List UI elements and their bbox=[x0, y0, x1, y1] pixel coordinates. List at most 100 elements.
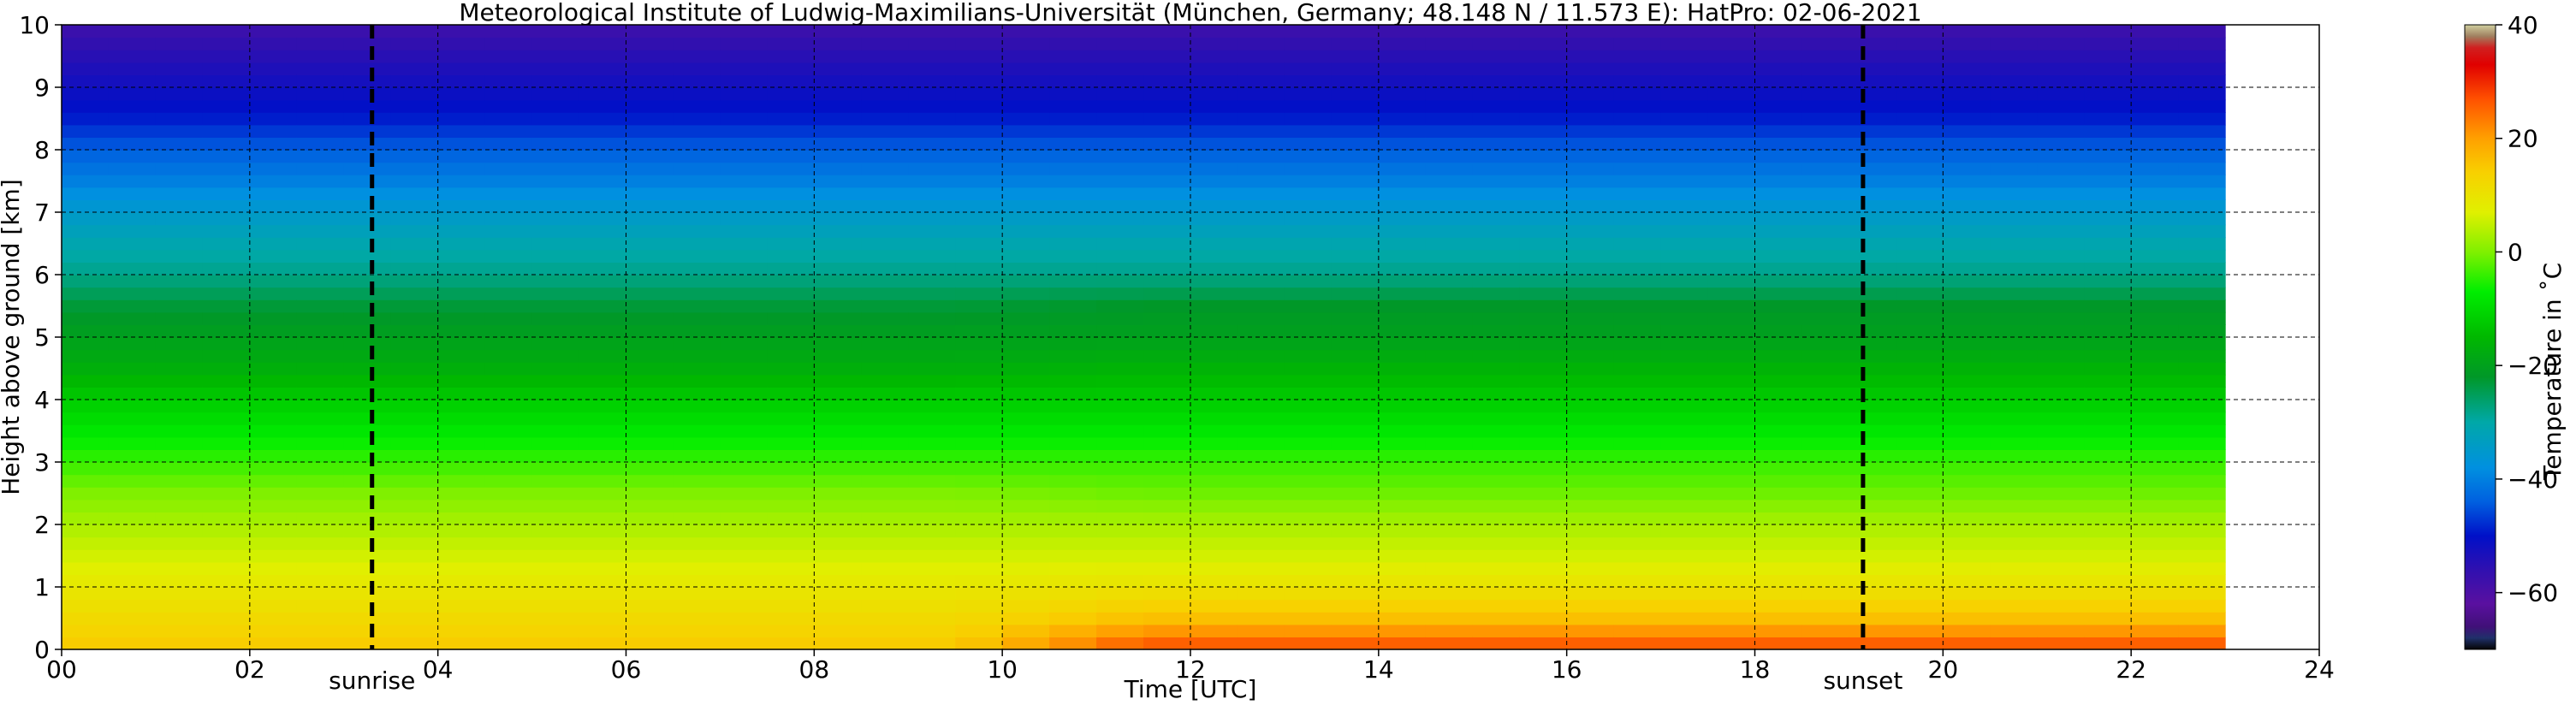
heatmap-cell bbox=[673, 324, 721, 338]
heatmap-cell bbox=[2131, 224, 2179, 238]
heatmap-cell bbox=[908, 99, 956, 113]
heatmap-cell bbox=[2178, 87, 2226, 101]
heatmap-cell bbox=[1002, 449, 1050, 463]
heatmap-cell bbox=[1849, 400, 1896, 413]
heatmap-cell bbox=[531, 549, 580, 563]
heatmap-cell bbox=[1707, 424, 1756, 438]
heatmap-cell bbox=[1425, 512, 1474, 525]
heatmap-cell bbox=[2084, 424, 2132, 438]
heatmap-cell bbox=[1331, 25, 1380, 39]
heatmap-cell bbox=[202, 474, 251, 488]
heatmap-cell bbox=[249, 474, 298, 488]
heatmap-cell bbox=[155, 287, 204, 300]
heatmap-cell bbox=[579, 262, 627, 275]
heatmap-cell bbox=[62, 400, 110, 413]
heatmap-cell bbox=[1237, 87, 1285, 101]
heatmap-cell bbox=[531, 199, 580, 213]
heatmap-cell bbox=[1143, 262, 1191, 275]
heatmap-cell bbox=[861, 224, 909, 238]
heatmap-cell bbox=[1849, 112, 1896, 126]
heatmap-cell bbox=[673, 587, 721, 601]
heatmap-cell bbox=[1002, 175, 1050, 188]
heatmap-cell bbox=[296, 637, 345, 650]
heatmap-cell bbox=[955, 624, 1003, 637]
heatmap-cell bbox=[1566, 224, 1615, 238]
heatmap-cell bbox=[955, 87, 1003, 101]
heatmap-cell bbox=[908, 299, 956, 313]
heatmap-cell bbox=[2131, 412, 2179, 425]
heatmap-cell bbox=[1613, 62, 1662, 75]
heatmap-cell bbox=[1896, 349, 1944, 363]
heatmap-cell bbox=[484, 474, 533, 488]
heatmap-cell bbox=[908, 275, 956, 288]
heatmap-cell bbox=[673, 462, 721, 476]
heatmap-cell bbox=[579, 162, 627, 175]
heatmap-cell bbox=[579, 224, 627, 238]
heatmap-cell bbox=[814, 512, 862, 525]
heatmap-cell bbox=[861, 512, 909, 525]
heatmap-cell bbox=[579, 637, 627, 650]
heatmap-cell bbox=[626, 449, 674, 463]
heatmap-cell bbox=[720, 487, 768, 501]
heatmap-cell bbox=[390, 349, 439, 363]
heatmap-cell bbox=[908, 412, 956, 425]
heatmap-cell bbox=[1943, 112, 1991, 126]
heatmap-cell bbox=[1613, 474, 1662, 488]
heatmap-cell bbox=[814, 275, 862, 288]
heatmap-cell bbox=[343, 612, 392, 625]
heatmap-cell bbox=[1896, 99, 1944, 113]
heatmap-cell bbox=[2178, 187, 2226, 200]
heatmap-cell bbox=[1801, 587, 1850, 601]
heatmap-cell bbox=[720, 387, 768, 400]
heatmap-cell bbox=[343, 587, 392, 601]
heatmap-cell bbox=[2037, 512, 2085, 525]
heatmap-cell bbox=[720, 162, 768, 175]
heatmap-cell bbox=[1519, 249, 1568, 263]
heatmap-cell bbox=[1896, 499, 1944, 512]
heatmap-cell bbox=[1660, 175, 1709, 188]
heatmap-cell bbox=[908, 311, 956, 325]
heatmap-cell bbox=[1096, 175, 1144, 188]
heatmap-cell bbox=[1378, 561, 1427, 575]
heatmap-cell bbox=[1849, 224, 1896, 238]
heatmap-cell bbox=[1425, 87, 1474, 101]
heatmap-cell bbox=[1049, 487, 1097, 501]
heatmap-cell bbox=[1378, 436, 1427, 450]
heatmap-cell bbox=[390, 387, 439, 400]
heatmap-cell bbox=[955, 311, 1003, 325]
heatmap-cell bbox=[108, 424, 157, 438]
heatmap-cell bbox=[579, 587, 627, 601]
heatmap-cell bbox=[1519, 574, 1568, 588]
heatmap-cell bbox=[626, 637, 674, 650]
heatmap-cell bbox=[1660, 275, 1709, 288]
heatmap-cell bbox=[1849, 499, 1896, 512]
heatmap-cell bbox=[1331, 349, 1380, 363]
heatmap-cell bbox=[2131, 512, 2179, 525]
heatmap-cell bbox=[1660, 337, 1709, 351]
heatmap-cell bbox=[1754, 137, 1803, 151]
heatmap-cell bbox=[1566, 599, 1615, 613]
heatmap-cell bbox=[343, 324, 392, 338]
heatmap-cell bbox=[249, 299, 298, 313]
heatmap-cell bbox=[908, 599, 956, 613]
heatmap-cell bbox=[1378, 487, 1427, 501]
heatmap-cell bbox=[1331, 637, 1380, 650]
heatmap-cell bbox=[296, 524, 345, 538]
heatmap-cell bbox=[249, 400, 298, 413]
heatmap-cell bbox=[1002, 624, 1050, 637]
heatmap-cell bbox=[1331, 87, 1380, 101]
heatmap-cell bbox=[626, 462, 674, 476]
heatmap-cell bbox=[955, 436, 1003, 450]
heatmap-cell bbox=[1284, 50, 1333, 63]
heatmap-cell bbox=[343, 262, 392, 275]
heatmap-cell bbox=[1990, 175, 2038, 188]
heatmap-cell bbox=[1849, 536, 1896, 550]
heatmap-cell bbox=[1613, 137, 1662, 151]
heatmap-cell bbox=[2131, 237, 2179, 251]
heatmap-cell bbox=[2178, 212, 2226, 226]
heatmap-cell bbox=[673, 499, 721, 512]
heatmap-cell bbox=[1143, 150, 1191, 163]
heatmap-cell bbox=[955, 262, 1003, 275]
heatmap-cell bbox=[1237, 412, 1285, 425]
heatmap-cell bbox=[1990, 162, 2038, 175]
